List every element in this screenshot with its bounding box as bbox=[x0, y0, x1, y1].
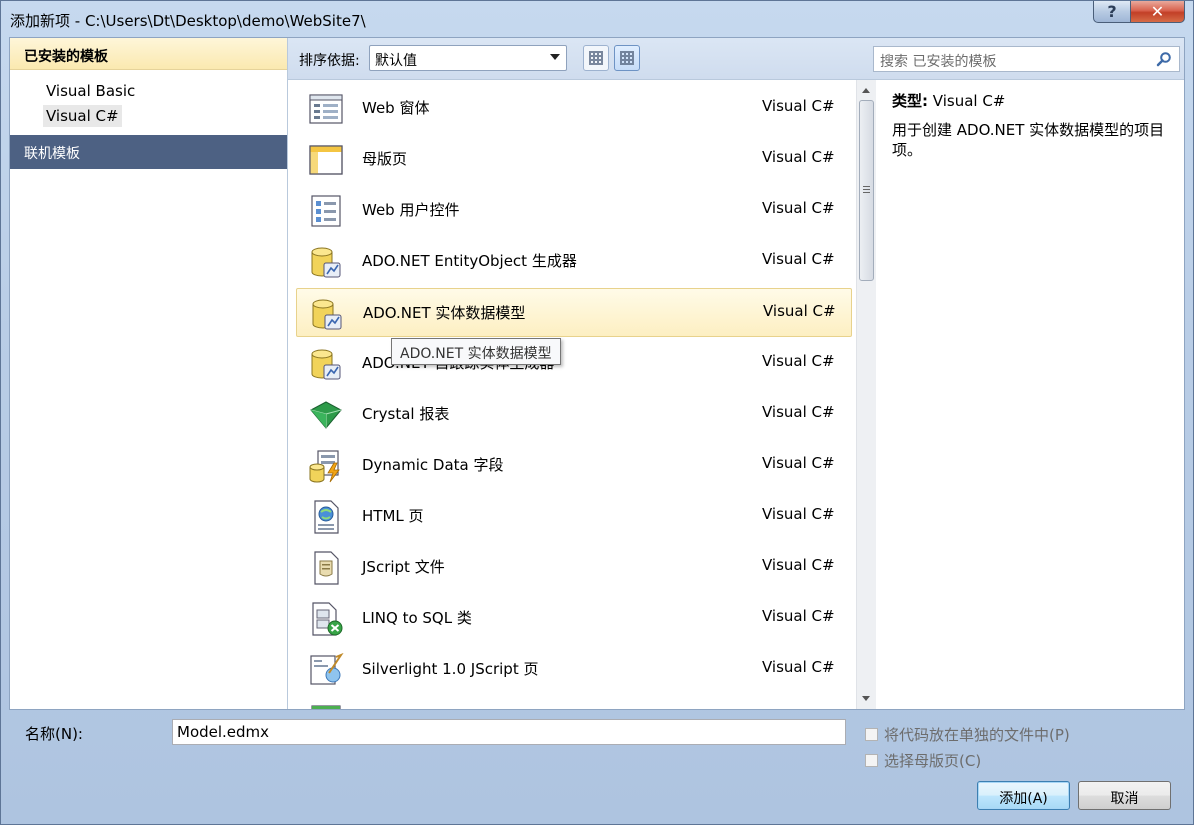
sort-dropdown[interactable]: 默认值 bbox=[369, 45, 567, 71]
database-icon bbox=[311, 349, 341, 380]
template-name: Crystal 报表 bbox=[362, 405, 450, 423]
template-name: JScript 文件 bbox=[362, 558, 445, 576]
template-language: Visual C# bbox=[762, 505, 835, 523]
template-list[interactable]: Web 窗体 Visual C# 母版页 Visual C# Web 用户控件 … bbox=[288, 80, 864, 709]
template-name: ADO.NET EntityObject 生成器 bbox=[362, 252, 577, 270]
details-description: 用于创建 ADO.NET 实体数据模型的项目项。 bbox=[892, 121, 1165, 159]
template-language: Visual C# bbox=[762, 607, 835, 625]
template-language: Visual C# bbox=[762, 148, 835, 166]
template-row[interactable]: HTML 页 Visual C# bbox=[296, 492, 852, 541]
search-placeholder: 搜索 已安装的模板 bbox=[880, 54, 997, 70]
sort-value: 默认值 bbox=[375, 53, 417, 69]
scroll-up-arrow-icon[interactable] bbox=[862, 88, 870, 93]
details-type: 类型: Visual C# bbox=[892, 90, 1005, 111]
linq-to-sql-icon bbox=[312, 602, 343, 636]
window-title: 添加新项 - C:\Users\Dt\Desktop\demo\WebSite7… bbox=[10, 12, 366, 30]
details-type-value: Visual C# bbox=[932, 92, 1006, 110]
select-master-page-label: 选择母版页(C) bbox=[884, 752, 982, 770]
scroll-thumb[interactable] bbox=[859, 100, 874, 281]
dialog-client-area: 已安装的模板 Visual Basic Visual C# 联机模板 排序依据:… bbox=[9, 37, 1185, 710]
title-bar[interactable]: 添加新项 - C:\Users\Dt\Desktop\demo\WebSite7… bbox=[1, 1, 1193, 37]
select-master-page-checkbox[interactable] bbox=[865, 754, 878, 767]
template-row[interactable]: Crystal 报表 Visual C# bbox=[296, 390, 852, 439]
partial-template-icon bbox=[311, 705, 341, 709]
online-templates-header[interactable]: 联机模板 bbox=[10, 135, 287, 169]
template-row-selected[interactable]: ADO.NET 实体数据模型 Visual C# bbox=[296, 288, 852, 337]
template-name: LINQ to SQL 类 bbox=[362, 609, 472, 627]
template-language: Visual C# bbox=[762, 250, 835, 268]
add-new-item-dialog: 添加新项 - C:\Users\Dt\Desktop\demo\WebSite7… bbox=[0, 0, 1194, 825]
name-field[interactable]: Model.edmx bbox=[172, 719, 846, 745]
template-list-scrollbar[interactable] bbox=[856, 80, 876, 709]
user-control-icon bbox=[311, 195, 341, 227]
html-page-icon bbox=[314, 500, 339, 534]
dynamic-data-icon bbox=[309, 450, 340, 483]
scroll-grip-icon bbox=[863, 186, 870, 194]
chevron-down-icon bbox=[550, 54, 560, 60]
crystal-report-icon bbox=[310, 401, 342, 429]
silverlight-page-icon bbox=[310, 653, 344, 685]
search-input[interactable]: 搜索 已安装的模板 bbox=[873, 46, 1180, 72]
small-icons-view-button[interactable] bbox=[583, 45, 609, 71]
template-row[interactable]: Dynamic Data 字段 Visual C# bbox=[296, 441, 852, 490]
template-row-partial[interactable] bbox=[296, 696, 852, 709]
close-button[interactable]: ✕ bbox=[1131, 1, 1185, 23]
web-form-icon bbox=[309, 94, 343, 124]
template-language: Visual C# bbox=[763, 302, 836, 320]
name-label: 名称(N): bbox=[25, 725, 83, 743]
small-icons-grid-icon bbox=[589, 51, 603, 65]
template-row[interactable]: ADO.NET 自跟踪实体生成器 Visual C# bbox=[296, 339, 852, 388]
template-language: Visual C# bbox=[762, 658, 835, 676]
list-view-icon bbox=[620, 51, 634, 65]
template-tooltip: ADO.NET 实体数据模型 bbox=[391, 338, 561, 365]
template-row[interactable]: JScript 文件 Visual C# bbox=[296, 543, 852, 592]
template-language: Visual C# bbox=[762, 352, 835, 370]
template-details-panel: 类型: Visual C# 用于创建 ADO.NET 实体数据模型的项目项。 bbox=[876, 80, 1184, 709]
master-page-icon bbox=[309, 145, 343, 175]
list-view-button[interactable] bbox=[614, 45, 640, 71]
details-type-label: 类型: bbox=[892, 92, 928, 110]
category-visual-csharp[interactable]: Visual C# bbox=[43, 105, 122, 127]
database-icon bbox=[311, 247, 341, 278]
template-row[interactable]: 母版页 Visual C# bbox=[296, 135, 852, 184]
search-icon[interactable] bbox=[1156, 51, 1172, 67]
template-language: Visual C# bbox=[762, 199, 835, 217]
template-row[interactable]: Silverlight 1.0 JScript 页 Visual C# bbox=[296, 645, 852, 694]
select-master-page-option[interactable]: 选择母版页(C) bbox=[865, 750, 981, 771]
template-row[interactable]: Web 用户控件 Visual C# bbox=[296, 186, 852, 235]
template-language: Visual C# bbox=[762, 403, 835, 421]
cancel-button[interactable]: 取消 bbox=[1078, 781, 1171, 810]
template-language: Visual C# bbox=[762, 97, 835, 115]
separate-code-file-option[interactable]: 将代码放在单独的文件中(P) bbox=[865, 724, 1070, 745]
add-button[interactable]: 添加(A) bbox=[977, 781, 1070, 810]
database-icon bbox=[312, 299, 342, 330]
template-name: ADO.NET 实体数据模型 bbox=[363, 304, 526, 322]
template-name: Dynamic Data 字段 bbox=[362, 456, 504, 474]
separate-code-file-checkbox[interactable] bbox=[865, 728, 878, 741]
template-name: HTML 页 bbox=[362, 507, 424, 525]
installed-templates-header[interactable]: 已安装的模板 bbox=[10, 38, 287, 70]
template-language: Visual C# bbox=[762, 556, 835, 574]
template-name: Silverlight 1.0 JScript 页 bbox=[362, 660, 539, 678]
category-visual-basic[interactable]: Visual Basic bbox=[43, 80, 138, 102]
title-buttons: ? ✕ bbox=[1093, 1, 1185, 23]
template-toolbar: 排序依据: 默认值 搜索 已安装的模板 bbox=[288, 38, 1184, 80]
template-categories-panel: 已安装的模板 Visual Basic Visual C# 联机模板 bbox=[10, 38, 288, 709]
template-name: 母版页 bbox=[362, 150, 408, 168]
template-name: Web 窗体 bbox=[362, 99, 430, 117]
scroll-down-arrow-icon[interactable] bbox=[862, 696, 870, 701]
separate-code-file-label: 将代码放在单独的文件中(P) bbox=[884, 726, 1070, 744]
sort-label: 排序依据: bbox=[299, 53, 360, 69]
template-row[interactable]: LINQ to SQL 类 Visual C# bbox=[296, 594, 852, 643]
template-row[interactable]: ADO.NET EntityObject 生成器 Visual C# bbox=[296, 237, 852, 286]
template-row[interactable]: Web 窗体 Visual C# bbox=[296, 84, 852, 133]
help-button[interactable]: ? bbox=[1093, 1, 1131, 23]
jscript-file-icon bbox=[314, 551, 339, 585]
template-name: Web 用户控件 bbox=[362, 201, 460, 219]
template-language: Visual C# bbox=[762, 454, 835, 472]
